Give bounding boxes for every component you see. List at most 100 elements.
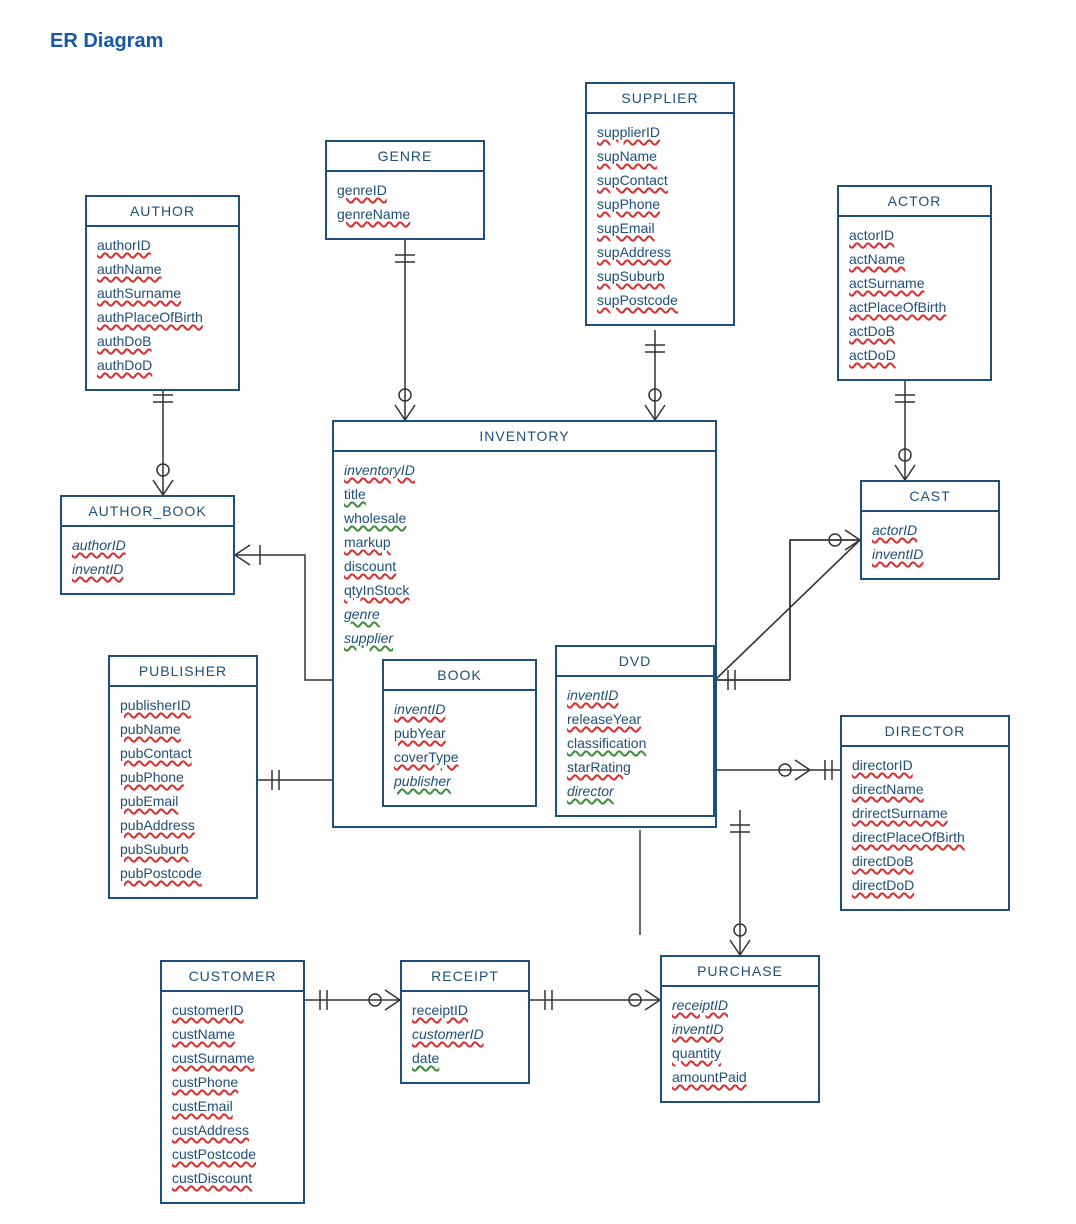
attribute: publisher [394, 771, 451, 792]
attribute: directDoB [852, 851, 913, 872]
attribute: authorID [97, 235, 151, 256]
entity-inventory: INVENTORY inventoryID title wholesale marku… [332, 420, 717, 828]
entity-title: INVENTORY [334, 422, 715, 452]
attribute: receiptID [412, 1000, 468, 1021]
entity-body: inventIDpubYearcoverTypepublisher [384, 691, 535, 805]
entity-title: AUTHOR_BOOK [62, 497, 233, 527]
attribute: pubSuburb [120, 839, 189, 860]
attribute: pubContact [120, 743, 192, 764]
entity-body: receiptID customerID date [402, 992, 528, 1082]
attribute: date [412, 1048, 439, 1069]
attribute: customerID [412, 1024, 484, 1045]
entity-title: DVD [557, 647, 713, 677]
attribute: customerID [172, 1000, 244, 1021]
attribute: supContact [597, 170, 668, 191]
entity-body: receiptID inventID quantity amountPaid [662, 987, 818, 1101]
attribute: custAddress [172, 1120, 249, 1141]
attribute: actName [849, 249, 905, 270]
entity-cast: CAST actorID inventID [860, 480, 1000, 580]
entity-body: supplierID supName supContact supPhone supEm… [587, 114, 733, 324]
entity-body: inventoryIDtitlewholesalemarkupdiscountq… [334, 452, 715, 656]
page-title: ER Diagram [50, 30, 163, 53]
attribute: genre [344, 604, 380, 625]
entity-body: actorID actName actSurname actPlaceOfBirth a… [839, 217, 990, 379]
attribute: drirectSurname [852, 803, 948, 824]
attribute: custSurname [172, 1048, 254, 1069]
attribute: supplierID [597, 122, 660, 143]
entity-actor: ACTOR actorID actName actSurname actPlaceOf… [837, 185, 992, 381]
entity-body: inventIDreleaseYearclassificationstarRat… [557, 677, 713, 815]
entity-dvd: DVD inventIDreleaseYearclassificationsta… [555, 645, 715, 817]
attribute: directorID [852, 755, 913, 776]
entity-body: actorID inventID [862, 512, 998, 578]
entity-title: DIRECTOR [842, 717, 1008, 747]
attribute: wholesale [344, 508, 406, 529]
entity-director: DIRECTOR directorID directName drirectSurn… [840, 715, 1010, 911]
entity-body: authorIDinventID [62, 527, 233, 593]
entity-body: directorID directName drirectSurname direct… [842, 747, 1008, 909]
attribute: classification [567, 733, 646, 754]
entity-receipt: RECEIPT receiptIDcustomerIDdate [400, 960, 530, 1084]
attribute: starRating [567, 757, 631, 778]
entity-title: CUSTOMER [162, 962, 303, 992]
entity-author: AUTHOR authorIDauthNameauthSurnameauthPl… [85, 195, 240, 391]
attribute: directName [852, 779, 924, 800]
attribute: actorID [872, 520, 917, 541]
attribute: amountPaid [672, 1067, 747, 1088]
attribute: actorID [849, 225, 894, 246]
attribute: supSuburb [597, 266, 665, 287]
attribute: pubYear [394, 723, 446, 744]
entity-body: authorIDauthNameauthSurnameauthPlaceOfBi… [87, 227, 238, 389]
entity-title: ACTOR [839, 187, 990, 217]
entity-author-book: AUTHOR_BOOK authorIDinventID [60, 495, 235, 595]
entity-supplier: SUPPLIER supplierID supName supContact supP… [585, 82, 735, 326]
attribute: genreName [337, 204, 410, 225]
attribute: inventID [672, 1019, 723, 1040]
attribute: actPlaceOfBirth [849, 297, 946, 318]
attribute: pubPostcode [120, 863, 202, 884]
attribute: supPhone [597, 194, 660, 215]
attribute: receiptID [672, 995, 728, 1016]
entity-body: customerIDcustNamecustSurnamecustPhonecu… [162, 992, 303, 1202]
attribute: supAddress [597, 242, 671, 263]
entity-body: publisherIDpubNamepubContactpubPhonepubE… [110, 687, 256, 897]
attribute: inventID [567, 685, 618, 706]
attribute: authSurname [97, 283, 181, 304]
entity-title: AUTHOR [87, 197, 238, 227]
attribute: supEmail [597, 218, 655, 239]
attribute: actSurname [849, 273, 924, 294]
attribute: authName [97, 259, 162, 280]
entity-purchase: PURCHASE receiptID inventID quantity amount… [660, 955, 820, 1103]
entity-genre: GENRE genreID genreName [325, 140, 485, 240]
entity-title: SUPPLIER [587, 84, 733, 114]
attribute: supplier [344, 628, 393, 649]
attribute: authorID [72, 535, 126, 556]
attribute: actDoD [849, 345, 896, 366]
attribute: authDoB [97, 331, 151, 352]
attribute: authDoD [97, 355, 152, 376]
attribute: inventID [872, 544, 923, 565]
attribute: custPostcode [172, 1144, 256, 1165]
attribute: inventID [394, 699, 445, 720]
entity-title: CAST [862, 482, 998, 512]
entity-title: PUBLISHER [110, 657, 256, 687]
entity-publisher: PUBLISHER publisherIDpubNamepubContactpu… [108, 655, 258, 899]
attribute: supPostcode [597, 290, 678, 311]
attribute: genreID [337, 180, 387, 201]
attribute: title [344, 484, 366, 505]
attribute: directDoD [852, 875, 914, 896]
entity-book: BOOK inventIDpubYearcoverTypepublisher [382, 659, 537, 807]
attribute: custName [172, 1024, 235, 1045]
entity-title: GENRE [327, 142, 483, 172]
attribute: markup [344, 532, 391, 553]
entity-customer: CUSTOMER customerID custName custSurname cu… [160, 960, 305, 1204]
entity-title: BOOK [384, 661, 535, 691]
attribute: director [567, 781, 614, 802]
entity-title: PURCHASE [662, 957, 818, 987]
attribute: supName [597, 146, 657, 167]
attribute: pubName [120, 719, 181, 740]
attribute: pubEmail [120, 791, 178, 812]
attribute: quantity [672, 1043, 721, 1064]
attribute: directPlaceOfBirth [852, 827, 965, 848]
attribute: inventoryID [344, 460, 415, 481]
